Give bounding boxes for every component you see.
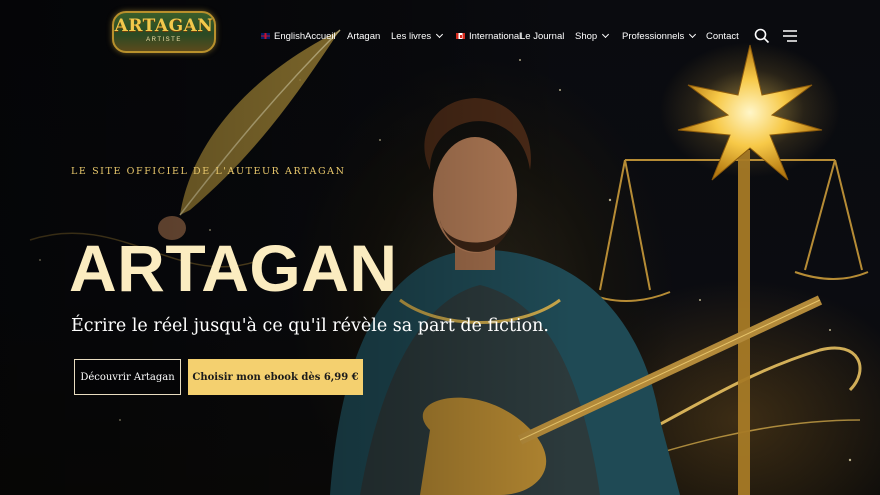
hero-tagline: Écrire le réel jusqu'à ce qu'il révèle s… — [71, 316, 549, 336]
logo-text: ARTAGAN — [114, 16, 214, 36]
nav-livres-label: Les livres — [391, 30, 432, 42]
nav-international[interactable]: International — [456, 31, 521, 42]
nav-accueil-label: Accueil — [305, 30, 336, 42]
site-logo[interactable]: ARTAGAN ARTISTE — [112, 11, 216, 53]
nav-les-livres[interactable]: Les livres — [391, 30, 444, 42]
search-icon[interactable] — [753, 27, 771, 45]
nav-journal-label: Le Journal — [520, 30, 565, 42]
hero-eyebrow: Le site officiel de l'auteur Artagan — [71, 166, 346, 177]
chevron-down-icon — [436, 30, 444, 39]
chevron-down-icon — [602, 30, 610, 39]
nav-contact[interactable]: Contact — [706, 31, 739, 42]
hero-title: ARTAGAN — [69, 231, 398, 305]
uk-flag-icon — [261, 33, 270, 39]
menu-icon[interactable] — [781, 27, 799, 45]
chevron-down-icon — [689, 30, 697, 39]
nav-english[interactable]: English — [261, 31, 305, 42]
site-header: ARTAGAN ARTISTE English Accueil Artagan … — [0, 0, 880, 72]
nav-professionnels-label: Professionnels — [622, 30, 685, 42]
nav-artagan[interactable]: Artagan — [347, 31, 380, 42]
nav-contact-label: Contact — [706, 30, 739, 42]
choose-ebook-button[interactable]: Choisir mon ebook dès 6,99 € — [188, 359, 363, 395]
logo-subtext: ARTISTE — [146, 37, 182, 43]
nav-artagan-label: Artagan — [347, 30, 381, 42]
discover-artagan-button[interactable]: Découvrir Artagan — [74, 359, 181, 395]
nav-shop-label: Shop — [575, 30, 598, 42]
nav-international-label: International — [469, 30, 522, 42]
nav-professionnels[interactable]: Professionnels — [622, 30, 697, 42]
nav-le-journal[interactable]: Le Journal — [520, 31, 564, 42]
nav-english-label: English — [274, 30, 306, 42]
nav-shop[interactable]: Shop — [575, 30, 610, 42]
canada-flag-icon — [456, 33, 465, 39]
nav-accueil[interactable]: Accueil — [305, 31, 336, 42]
